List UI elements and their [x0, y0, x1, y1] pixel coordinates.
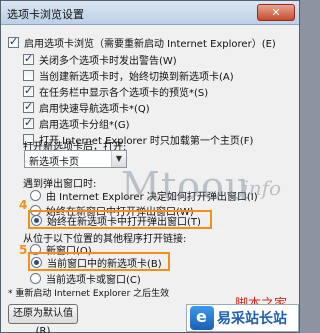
- quick-tabs-checkbox[interactable]: [23, 100, 34, 113]
- title-bar[interactable]: 选项卡浏览设置 ✕: [1, 1, 299, 25]
- taskbar-previews-row[interactable]: 在任务栏中显示各个选项卡的预览*(S): [23, 83, 208, 99]
- switch-new-tab-label: 当创建新选项卡时，始终切换到新选项卡(A): [39, 71, 234, 83]
- site-name: 易采站长站: [217, 311, 287, 327]
- external-current-window-new-tab-row[interactable]: 当前窗口中的新选项卡(B): [31, 254, 162, 270]
- tabbed-browsing-settings-dialog: 选项卡浏览设置 ✕ 启用选项卡浏览（需要重新启动 Internet Explor…: [0, 0, 300, 333]
- restart-note: * 重新启动 Internet Explorer 之后生效: [8, 289, 170, 299]
- watermark-site-badge: 易采站长站: [186, 304, 299, 332]
- site-logo-icon: [190, 306, 214, 330]
- tab-groups-row[interactable]: 启用选项卡分组*(G): [23, 115, 130, 131]
- taskbar-previews-label: 在任务栏中显示各个选项卡的预览*(S): [39, 87, 209, 99]
- switch-new-tab-checkbox[interactable]: [23, 69, 34, 81]
- enable-tabs-row[interactable]: 启用选项卡浏览（需要重新启动 Internet Explorer）(E): [8, 34, 276, 50]
- popup-ie-decide-radio[interactable]: [30, 189, 41, 201]
- external-current-window-new-tab-radio[interactable]: [31, 256, 42, 268]
- popup-new-tab-radio[interactable]: [31, 214, 42, 226]
- warn-close-checkbox[interactable]: [23, 52, 34, 65]
- tab-groups-checkbox[interactable]: [23, 116, 34, 129]
- close-button[interactable]: ✕: [257, 4, 295, 21]
- enable-tabs-label: 启用选项卡浏览（需要重新启动 Internet Explorer）(E): [24, 38, 276, 50]
- popup-new-tab-label: 始终在新选项卡中打开弹出窗口(T): [47, 216, 201, 228]
- watermark-info: .info: [236, 176, 282, 200]
- quick-tabs-label: 启用快速导航选项卡*(Q): [39, 103, 150, 115]
- new-tab-open-select[interactable]: 新选项卡页 ▼: [24, 150, 127, 168]
- external-current-tab-row[interactable]: 当前选项卡或窗口(C): [30, 270, 141, 286]
- warn-close-label: 关闭多个选项卡时发出警告(W): [39, 55, 177, 67]
- quick-tabs-row[interactable]: 启用快速导航选项卡*(Q): [23, 99, 150, 115]
- warn-close-row[interactable]: 关闭多个选项卡时发出警告(W): [23, 51, 177, 67]
- external-current-tab-label: 当前选项卡或窗口(C): [46, 274, 141, 286]
- enable-tabs-checkbox[interactable]: [8, 35, 19, 48]
- switch-new-tab-row[interactable]: 当创建新选项卡时，始终切换到新选项卡(A): [23, 67, 234, 83]
- taskbar-previews-checkbox[interactable]: [23, 84, 34, 97]
- external-current-tab-radio[interactable]: [30, 272, 41, 284]
- new-tab-open-value: 新选项卡页: [29, 157, 79, 168]
- popup-new-tab-row[interactable]: 始终在新选项卡中打开弹出窗口(T): [31, 212, 201, 228]
- external-current-window-new-tab-label: 当前窗口中的新选项卡(B): [47, 258, 162, 270]
- watermark-mtoou: Mtoou: [121, 164, 251, 208]
- restore-defaults-button[interactable]: 还原为默认值(R): [8, 304, 78, 333]
- dialog-title: 选项卡浏览设置: [7, 8, 84, 21]
- tab-groups-label: 启用选项卡分组*(G): [39, 119, 130, 131]
- annotation-number-5: 5: [19, 243, 28, 257]
- annotation-number-4: 4: [19, 198, 28, 212]
